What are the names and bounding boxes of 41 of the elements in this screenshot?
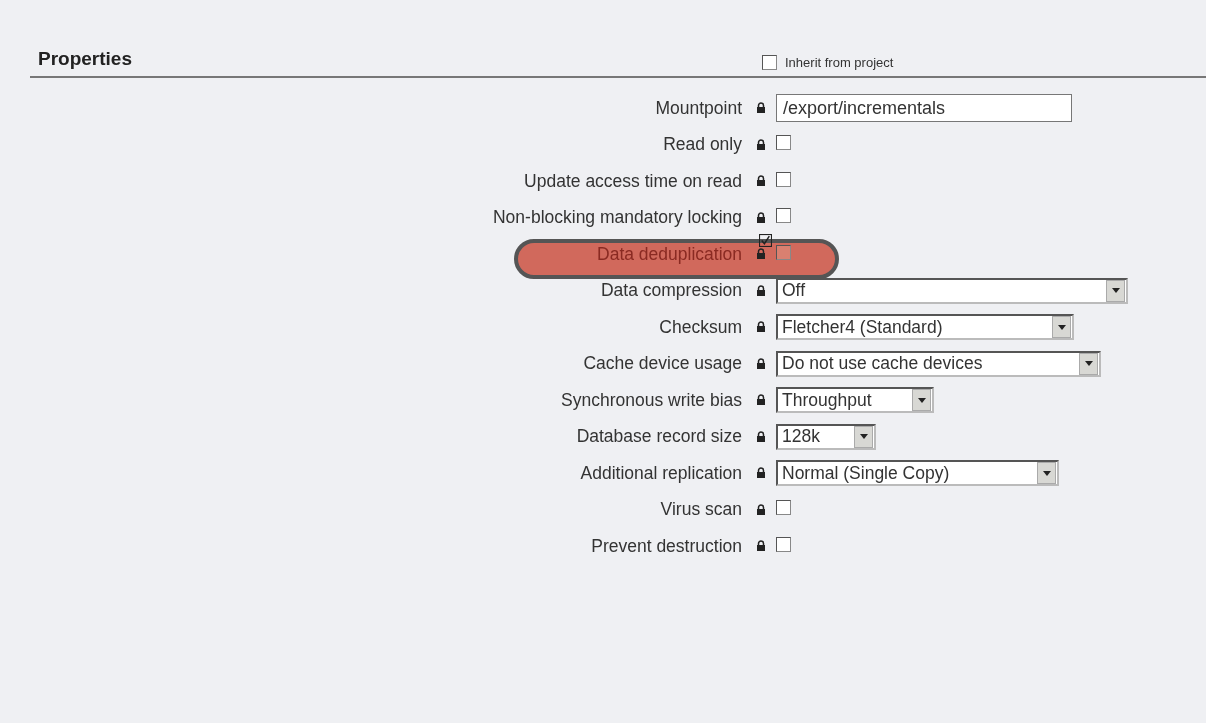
checked-box-icon [759,234,772,248]
lock-icon[interactable] [756,102,766,115]
checkbox[interactable] [776,135,791,151]
field-label: Mountpoint [654,97,743,119]
field-label: Update access time on read [523,170,743,192]
field-label: Virus scan [659,499,743,521]
section-title: Properties [38,48,133,70]
field-label: Read only [662,134,743,156]
field-label: Database record size [575,426,743,448]
field-label: Synchronous write bias [560,389,743,411]
mountpoint-field[interactable]: /export/incrementals [776,94,1072,123]
lock-icon[interactable] [756,321,766,334]
lock-icon[interactable] [756,284,766,297]
dropdown[interactable]: 128k [776,423,876,450]
field-label: Data deduplication [596,243,743,265]
checkbox[interactable] [776,171,791,187]
lock-icon[interactable] [756,394,766,407]
lock-icon[interactable] [756,503,766,516]
field-label: Non-blocking mandatory locking [491,207,743,229]
lock-icon[interactable] [756,357,766,370]
inherit-label: Inherit from project [785,55,894,70]
dropdown[interactable]: Normal (Single Copy) [776,460,1059,487]
field-label: Additional replication [579,462,743,484]
checkbox[interactable] [776,208,791,224]
dropdown[interactable]: Do not use cache devices [776,350,1101,377]
dropdown[interactable]: Off [776,277,1128,304]
lock-icon[interactable] [756,138,766,151]
dropdown[interactable]: Throughput [776,387,934,414]
field-label: Checksum [658,316,743,338]
field-label: Cache device usage [582,353,743,375]
field-label: Data compression [599,280,743,302]
dropdown[interactable]: Fletcher4 (Standard) [776,314,1074,341]
lock-icon[interactable] [756,211,766,224]
lock-icon[interactable] [756,430,766,443]
checkbox[interactable] [776,500,791,516]
lock-icon[interactable] [756,540,766,553]
field-label: Prevent destruction [590,535,743,557]
checkbox[interactable] [776,536,791,552]
lock-icon[interactable] [756,175,766,188]
inherit-checkbox[interactable] [762,55,777,70]
lock-icon[interactable] [756,467,766,480]
